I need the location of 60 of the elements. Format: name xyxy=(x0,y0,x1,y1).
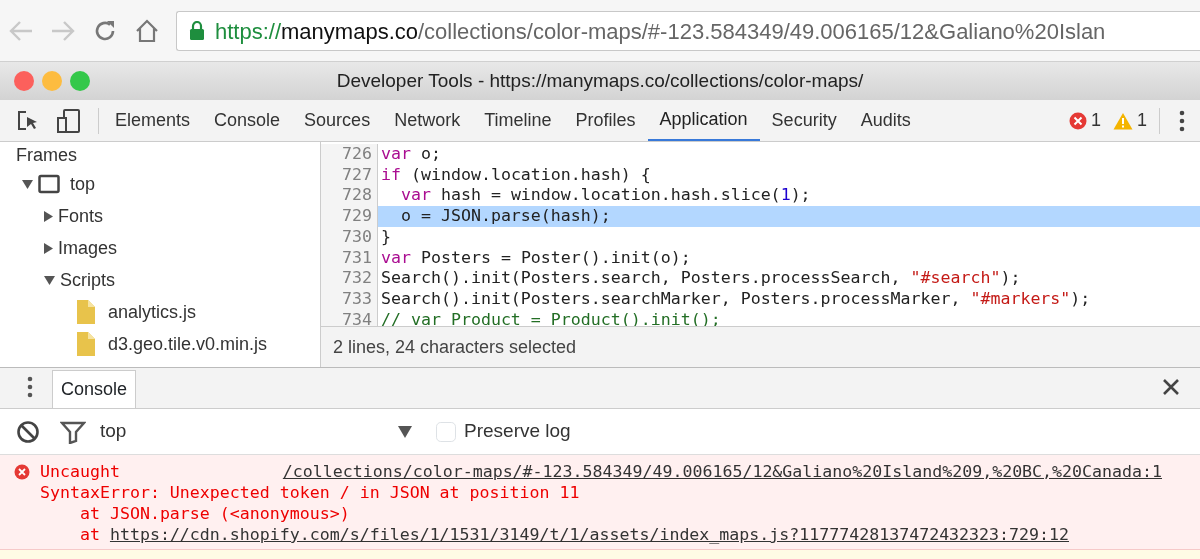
error-message: SyntaxError: Unexpected token / in JSON at position 11 xyxy=(40,483,580,502)
close-icon[interactable] xyxy=(1162,378,1180,396)
panel-tab[interactable]: Sources xyxy=(292,100,383,141)
preserve-log-checkbox[interactable] xyxy=(436,421,456,442)
code-line: var Posters = Poster().init(o); xyxy=(380,247,692,269)
line-number: 728 xyxy=(321,185,378,207)
tree-item[interactable]: top xyxy=(0,168,320,200)
tree-item[interactable]: Images xyxy=(0,232,320,264)
warning-count[interactable]: 1 xyxy=(1137,107,1147,134)
source-link[interactable]: /collections/color-maps/#-123.584349/49.006165/12&Galiano%20Island%209,%20BC,%20Canada:1 xyxy=(282,461,1162,482)
line-number: 731 xyxy=(321,247,378,269)
code-line: var hash = window.location.hash.slice(1); xyxy=(399,185,812,207)
code-line: if (window.location.hash) { xyxy=(380,164,652,186)
panel-tab[interactable]: Console xyxy=(202,100,293,141)
line-number: 726 xyxy=(321,144,378,165)
warning-icon xyxy=(1113,111,1133,130)
code-line: var o; xyxy=(380,144,442,165)
section-heading: Frames xyxy=(15,144,78,167)
line-number: 733 xyxy=(321,288,378,310)
file-icon xyxy=(76,299,96,325)
tree-item[interactable]: Fonts xyxy=(0,200,320,232)
clear-icon[interactable] xyxy=(16,419,40,444)
panel-tab[interactable]: Application xyxy=(647,100,760,141)
error-message: Uncaught xyxy=(40,461,120,482)
stack-trace-link[interactable]: https://cdn.shopify.com/s/files/1/1531/3149/t/1/assets/index_maps.js?11777428137472432323:729:12 xyxy=(109,525,1069,544)
home-icon[interactable] xyxy=(134,17,160,44)
tree-item[interactable]: Scripts xyxy=(0,264,320,296)
url-text: https://manymaps.co/collections/color-maps/#-123.584349/49.006165/12&Galiano%20Islan xyxy=(215,17,1106,46)
drawer-tab[interactable]: Console xyxy=(52,370,137,408)
error-icon xyxy=(1068,111,1087,130)
dropdown-arrow-icon xyxy=(398,425,412,438)
code-line: Search().init(Posters.searchMarker, Posters.processMarker, "#markers"); xyxy=(380,288,1092,310)
line-number: 727 xyxy=(321,164,378,186)
error-icon xyxy=(14,464,30,480)
panel-tab[interactable]: Audits xyxy=(848,100,923,141)
error-count[interactable]: 1 xyxy=(1090,107,1101,134)
panel-tab[interactable]: Timeline xyxy=(472,100,564,141)
window-title: Developer Tools - https://manymaps.co/collections/color-maps/ xyxy=(336,68,864,93)
filter-icon[interactable] xyxy=(60,419,86,444)
address-bar[interactable]: https://manymaps.co/collections/color-maps/#-123.584349/49.006165/12&Galiano%20Islan xyxy=(176,11,1200,51)
line-number: 729 xyxy=(321,206,378,227)
code-line: Search().init(Posters.search, Posters.processSearch, "#search"); xyxy=(380,268,1022,289)
tree-item[interactable]: analytics.js xyxy=(0,296,320,328)
device-icon[interactable] xyxy=(56,107,82,134)
tree-item[interactable]: d3.geo.tile.v0.min.js xyxy=(0,328,320,360)
checkbox-label: Preserve log xyxy=(464,419,571,444)
panel-tab[interactable]: Network xyxy=(382,100,473,141)
stack-trace-text: at xyxy=(78,525,101,544)
panel-tab[interactable]: Security xyxy=(759,100,849,141)
status-text: 2 lines, 24 characters selected xyxy=(333,335,577,359)
line-number: 732 xyxy=(321,268,378,289)
close-button[interactable] xyxy=(14,71,34,91)
file-icon xyxy=(76,331,96,357)
panel-tab[interactable]: Elements xyxy=(103,100,203,141)
context-select[interactable]: top xyxy=(100,417,412,446)
line-number: 730 xyxy=(321,226,378,248)
frame-icon xyxy=(38,174,60,194)
panel-tab[interactable]: Profiles xyxy=(563,100,648,141)
code-line: } xyxy=(380,226,392,248)
error-message: at JSON.parse (<anonymous>) xyxy=(78,504,350,523)
